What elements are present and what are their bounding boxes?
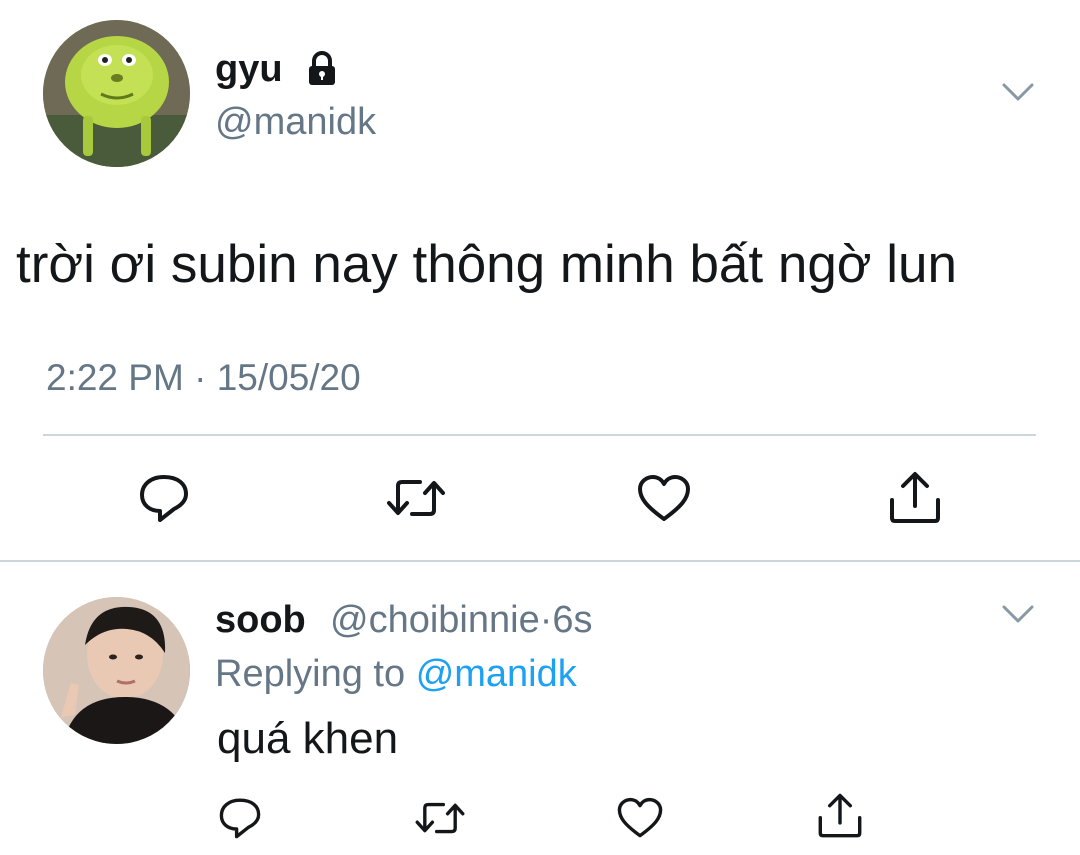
- author-avatar[interactable]: [43, 20, 190, 167]
- tweet-text: trời ơi subin nay thông minh bất ngờ lun: [16, 235, 958, 294]
- reply-author-avatar[interactable]: [43, 597, 190, 744]
- chevron-down-icon[interactable]: [1001, 82, 1035, 102]
- retweet-icon[interactable]: [384, 476, 448, 520]
- reply-meta: @choibinnie·6s: [330, 598, 593, 642]
- tweet-date: 15/05/20: [216, 357, 361, 398]
- reply-author-handle[interactable]: @choibinnie: [330, 599, 540, 641]
- heart-icon[interactable]: [636, 474, 692, 524]
- reply-author-display-name[interactable]: soob: [215, 598, 306, 642]
- heart-icon[interactable]: [616, 797, 664, 840]
- chevron-down-icon[interactable]: [1001, 604, 1035, 624]
- replying-to-link[interactable]: @manidk: [416, 653, 577, 695]
- divider: [43, 434, 1036, 436]
- comment-icon[interactable]: [136, 472, 192, 524]
- author-handle[interactable]: @manidk: [215, 100, 376, 144]
- reply-age[interactable]: 6s: [552, 599, 592, 641]
- meta-separator: ·: [539, 599, 553, 641]
- tweet-thread: gyu @manidk trời ơi subin nay thông minh…: [0, 0, 1080, 855]
- tweet-time: 2:22 PM: [46, 357, 184, 398]
- tweet-separator: [0, 560, 1080, 562]
- author-display-name[interactable]: gyu: [215, 47, 283, 91]
- monster-face-avatar-icon: [43, 20, 190, 167]
- comment-icon[interactable]: [216, 796, 264, 840]
- person-photo-avatar-icon: [43, 597, 190, 744]
- replying-prefix: Replying to: [215, 653, 406, 695]
- tweet-timestamp[interactable]: 2:22 PM · 15/05/20: [46, 356, 361, 400]
- share-icon[interactable]: [886, 470, 944, 526]
- replying-to-line: Replying to @manidk: [215, 652, 577, 696]
- lock-icon: [309, 51, 335, 85]
- timestamp-separator: ·: [194, 357, 207, 398]
- reply-text: quá khen: [217, 714, 399, 763]
- share-icon[interactable]: [815, 792, 865, 840]
- retweet-icon[interactable]: [413, 799, 467, 837]
